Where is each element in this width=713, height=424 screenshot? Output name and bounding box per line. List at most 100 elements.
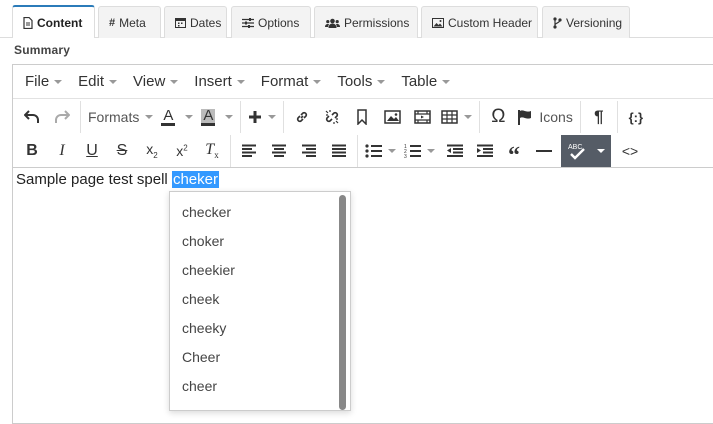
misspelled-word[interactable]: cheker xyxy=(171,171,219,188)
menu-file[interactable]: File xyxy=(17,65,70,98)
text-color-button[interactable]: A xyxy=(157,103,197,131)
menu-view[interactable]: View xyxy=(125,65,186,98)
background-color-button[interactable]: A xyxy=(197,103,237,131)
image-icon xyxy=(384,110,401,124)
underline-button[interactable]: U xyxy=(77,137,107,165)
content-text: Sample page test spell xyxy=(16,171,172,188)
menu-label: Edit xyxy=(78,73,105,90)
suggestion-item[interactable]: checker xyxy=(170,197,350,226)
chevron-down-icon xyxy=(109,79,118,84)
menu-edit[interactable]: Edit xyxy=(70,65,125,98)
tab-permissions[interactable]: Permissions xyxy=(314,6,418,38)
indent-button[interactable] xyxy=(469,137,499,165)
spellcheck-icon: ABC xyxy=(568,144,585,160)
calendar-icon xyxy=(175,17,186,28)
template-variables-button[interactable]: {:} xyxy=(621,103,651,131)
chevron-down-icon xyxy=(377,79,386,84)
insert-image-button[interactable] xyxy=(377,103,407,131)
bullet-list-button[interactable] xyxy=(361,137,400,165)
menu-format[interactable]: Format xyxy=(253,65,330,98)
users-icon xyxy=(325,18,340,28)
menu-insert[interactable]: Insert xyxy=(186,65,253,98)
menu-tools[interactable]: Tools xyxy=(329,65,393,98)
bullet-list-icon xyxy=(365,143,382,158)
redo-button[interactable] xyxy=(47,103,77,131)
insert-media-button[interactable] xyxy=(407,103,437,131)
formats-label: Formats xyxy=(88,109,140,125)
undo-button[interactable] xyxy=(17,103,47,131)
bookmark-button[interactable] xyxy=(347,103,377,131)
editor-content[interactable]: Sample page test spell cheker xyxy=(16,171,219,188)
chevron-down-icon xyxy=(268,115,277,119)
svg-text:ABC: ABC xyxy=(568,144,582,151)
toolbar-separator xyxy=(579,101,581,133)
suggestion-item[interactable]: cheek xyxy=(170,284,350,313)
align-justify-button[interactable] xyxy=(324,137,354,165)
insert-link-button[interactable] xyxy=(287,103,317,131)
superscript-icon: x2 xyxy=(176,142,188,159)
image-icon xyxy=(432,17,444,28)
chevron-down-icon xyxy=(236,79,245,84)
outdent-button[interactable] xyxy=(439,137,469,165)
remove-link-button[interactable] xyxy=(317,103,347,131)
toolbar-separator xyxy=(240,101,242,133)
omega-icon: Ω xyxy=(491,106,506,127)
table-button[interactable] xyxy=(437,103,476,131)
bookmark-icon xyxy=(357,109,368,125)
clear-formatting-button[interactable]: Tx xyxy=(197,137,227,165)
tab-label: Custom Header xyxy=(448,15,533,30)
bold-button[interactable]: B xyxy=(17,137,47,165)
formats-dropdown[interactable]: Formats xyxy=(84,103,157,131)
sliders-icon xyxy=(242,17,254,28)
source-code-button[interactable]: <> xyxy=(615,137,645,165)
curly-braces-icon: {:} xyxy=(628,109,644,125)
italic-icon: I xyxy=(59,141,65,159)
align-left-icon xyxy=(242,144,256,157)
redo-icon xyxy=(55,110,70,123)
editor-toolbar-row-2: B I U S x2 x2 Tx 123 “ ABC <> xyxy=(13,134,713,168)
blockquote-button[interactable]: “ xyxy=(499,137,529,168)
show-blocks-button[interactable]: ¶ xyxy=(584,103,614,131)
menu-label: Table xyxy=(401,73,438,90)
menu-table[interactable]: Table xyxy=(393,65,458,98)
suggestions-scrollbar[interactable] xyxy=(339,195,346,410)
special-character-button[interactable]: Ω xyxy=(483,103,513,131)
unlink-icon xyxy=(325,110,339,124)
suggestion-item[interactable]: choker xyxy=(170,226,350,255)
suggestion-item[interactable]: Cheer xyxy=(170,342,350,371)
tab-meta[interactable]: # Meta xyxy=(98,6,161,38)
chevron-down-icon xyxy=(54,79,63,84)
pilcrow-icon: ¶ xyxy=(594,107,604,126)
suggestion-item[interactable]: cheekier xyxy=(170,255,350,284)
tab-versioning[interactable]: Versioning xyxy=(542,6,630,38)
numbered-list-button[interactable]: 123 xyxy=(400,137,439,165)
menu-label: View xyxy=(133,73,166,90)
align-center-button[interactable] xyxy=(264,137,294,165)
superscript-button[interactable]: x2 xyxy=(167,137,197,165)
tab-label: Versioning xyxy=(566,15,623,30)
toolbar-separator xyxy=(479,101,481,133)
insert-button[interactable] xyxy=(244,103,280,131)
spellcheck-button[interactable]: ABC xyxy=(561,134,611,167)
icons-button[interactable]: Icons xyxy=(513,103,576,131)
svg-text:3: 3 xyxy=(404,154,407,159)
horizontal-line-button[interactable] xyxy=(529,137,559,165)
tab-dates[interactable]: Dates xyxy=(164,6,227,38)
plus-icon xyxy=(249,111,262,123)
align-right-button[interactable] xyxy=(294,137,324,165)
align-justify-icon xyxy=(332,144,346,157)
tab-custom-header[interactable]: Custom Header xyxy=(421,6,538,38)
table-icon xyxy=(441,110,459,124)
subscript-button[interactable]: x2 xyxy=(137,137,167,165)
suggestion-item[interactable]: cheer xyxy=(170,371,350,400)
underline-icon: U xyxy=(86,141,98,159)
menu-label: Insert xyxy=(194,73,232,90)
suggestion-item[interactable]: cheeky xyxy=(170,313,350,342)
tab-content[interactable]: Content xyxy=(12,5,95,38)
spelling-suggestions-menu: checker choker cheekier cheek cheeky Che… xyxy=(169,191,351,411)
strikethrough-button[interactable]: S xyxy=(107,137,137,165)
align-left-button[interactable] xyxy=(234,137,264,165)
italic-button[interactable]: I xyxy=(47,137,77,165)
link-icon xyxy=(297,111,308,123)
tab-options[interactable]: Options xyxy=(231,6,311,38)
